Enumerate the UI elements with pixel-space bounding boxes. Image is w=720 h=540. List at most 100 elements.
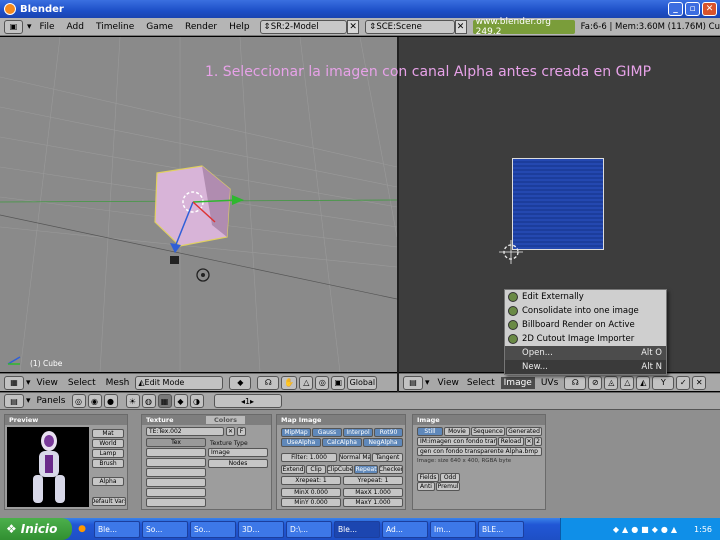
manipulator-scale-icon[interactable]: ▣	[331, 375, 346, 390]
taskbar-item-blender[interactable]: Ble...	[94, 520, 140, 538]
gauss-button[interactable]: Gauss	[312, 428, 342, 437]
colors-tab[interactable]: Colors	[206, 416, 246, 424]
sequence-tab[interactable]: Sequence	[471, 427, 505, 436]
menu-view-3d[interactable]: View	[37, 378, 58, 388]
miny-field[interactable]: MinY 0.000	[281, 498, 341, 507]
anti-button[interactable]: Anti	[417, 482, 435, 491]
delete-scene-button[interactable]: ✕	[454, 19, 467, 34]
pivot-button[interactable]: ☊	[257, 375, 280, 390]
menu-help[interactable]: Help	[229, 22, 250, 32]
lamp-subcontext-icon[interactable]: ☀	[125, 394, 140, 408]
uv-vertex-select-icon[interactable]: ◬	[604, 375, 619, 390]
repeat-button[interactable]: Repeat	[354, 465, 378, 474]
minimize-button[interactable]: _	[668, 2, 683, 16]
texture-channel-slot[interactable]	[146, 468, 206, 477]
orientation-selector[interactable]: Global	[347, 375, 378, 390]
manipulator-translate-icon[interactable]: △	[299, 375, 314, 390]
preview-mat-button[interactable]: Mat	[92, 429, 124, 438]
logic-context-icon[interactable]: ◎	[71, 394, 86, 408]
3d-window-type-button[interactable]: ▦	[4, 375, 24, 390]
uv-edge-select-icon[interactable]: △	[620, 375, 635, 390]
maximize-button[interactable]: ▫	[685, 2, 700, 16]
texture-tab[interactable]: Texture	[146, 416, 206, 424]
menu-timeline[interactable]: Timeline	[96, 22, 134, 32]
image-unlink-button[interactable]: ✕	[525, 437, 533, 446]
uv-pivot-button[interactable]: ☊	[564, 375, 587, 390]
generated-tab[interactable]: Generated	[506, 427, 542, 436]
mipmap-button[interactable]: MipMap	[281, 428, 311, 437]
preview-world-button[interactable]: World	[92, 439, 124, 448]
texture-channel-slot[interactable]	[146, 488, 206, 497]
fields-button[interactable]: Fields	[417, 473, 439, 482]
collapse-menu-triangle-icon[interactable]: ▾	[27, 22, 32, 32]
menu-uvs[interactable]: UVs	[541, 378, 558, 388]
image-path-field[interactable]: gen con fondo transparente Alpha.bmp	[417, 447, 542, 456]
screen-selector[interactable]: ⇕ SR:2-Model	[259, 19, 348, 34]
default-vars-button[interactable]: Default Vars	[92, 497, 126, 506]
shading-context-icon[interactable]: ●	[103, 394, 118, 408]
taskbar-item-3d[interactable]: 3D...	[238, 520, 284, 538]
firefox-quicklaunch-icon[interactable]: ●	[72, 524, 92, 534]
menu-item-edit-externally[interactable]: Edit Externally	[505, 290, 666, 304]
menu-game[interactable]: Game	[146, 22, 173, 32]
menu-item-new[interactable]: New... Alt N	[505, 360, 666, 374]
delete-screen-button[interactable]: ✕	[347, 19, 360, 34]
texture-channel-slot[interactable]	[146, 498, 206, 507]
movie-tab[interactable]: Movie	[444, 427, 470, 436]
collapse-triangle-icon[interactable]: ▾	[26, 378, 31, 388]
taskbar-item-folder[interactable]: So...	[142, 520, 188, 538]
preview-alpha-button[interactable]: Alpha	[92, 477, 124, 486]
start-button[interactable]: ❖ Inicio	[0, 518, 72, 540]
texture-type-selector[interactable]: Image	[208, 448, 268, 457]
normal-map-button[interactable]: Normal Ma	[339, 453, 371, 462]
mode-selector[interactable]: ◭ Edit Mode	[135, 375, 224, 390]
info-window-type-button[interactable]: ▣	[4, 19, 23, 34]
menu-add[interactable]: Add	[67, 22, 84, 32]
world-subcontext-icon[interactable]: ◑	[189, 394, 204, 408]
menu-view-image[interactable]: View	[438, 378, 459, 388]
interpol-button[interactable]: Interpol	[343, 428, 373, 437]
collapse-triangle-icon[interactable]: ▾	[26, 396, 31, 406]
close-window-button[interactable]: ✕	[702, 2, 717, 16]
filter-field[interactable]: Filter: 1.000	[281, 453, 337, 462]
calcalpha-button[interactable]: CalcAlpha	[322, 438, 362, 447]
yrepeat-field[interactable]: Yrepeat: 1	[343, 476, 403, 485]
taskbar-item-photoshop[interactable]: Ad...	[382, 520, 428, 538]
blender-url[interactable]: www.blender.org 249.2	[472, 17, 575, 37]
taskbar-item-drive[interactable]: D:\...	[286, 520, 332, 538]
image-name-field[interactable]: IM:imagen con fondo tran	[417, 437, 497, 446]
texture-fake-button[interactable]: F	[237, 427, 246, 436]
taskbar-item-folder[interactable]: So...	[190, 520, 236, 538]
texture-channel-slot[interactable]	[146, 458, 206, 467]
uv-sticky-button[interactable]: Y	[652, 375, 675, 390]
still-tab[interactable]: Still	[417, 427, 443, 436]
clipcube-button[interactable]: ClipCube	[327, 465, 353, 474]
preview-lamp-button[interactable]: Lamp	[92, 449, 124, 458]
uv-close-icon[interactable]: ✕	[692, 375, 707, 390]
texture-channel-slot[interactable]	[146, 448, 206, 457]
texture-channel-slot[interactable]	[146, 478, 206, 487]
maxx-field[interactable]: MaxX 1.000	[343, 488, 403, 497]
collapse-triangle-icon[interactable]: ▾	[425, 378, 430, 388]
uv-sync-toggle-icon[interactable]: ✓	[676, 375, 691, 390]
texture-subcontext-icon[interactable]: ▦	[157, 394, 172, 408]
menu-mesh[interactable]: Mesh	[106, 378, 130, 388]
uv-face-select-icon[interactable]: ◭	[636, 375, 651, 390]
odd-button[interactable]: Odd	[440, 473, 460, 482]
radio-subcontext-icon[interactable]: ◆	[173, 394, 188, 408]
material-subcontext-icon[interactable]: ◍	[141, 394, 156, 408]
menu-item-2d-cutout[interactable]: 2D Cutout Image Importer	[505, 332, 666, 346]
menu-select-3d[interactable]: Select	[68, 378, 96, 388]
scene-selector[interactable]: ⇕ SCE:Scene	[365, 19, 455, 34]
taskbar-item-blender-active[interactable]: Ble...	[334, 520, 380, 538]
script-context-icon[interactable]: ◉	[87, 394, 102, 408]
maxy-field[interactable]: MaxY 1.000	[343, 498, 403, 507]
usealpha-button[interactable]: UseAlpha	[281, 438, 321, 447]
preview-brush-button[interactable]: Brush	[92, 459, 124, 468]
menu-panels[interactable]: Panels	[37, 396, 66, 406]
menu-image[interactable]: Image	[500, 376, 535, 389]
draw-type-button[interactable]: ◆	[229, 375, 252, 390]
negalpha-button[interactable]: NegAlpha	[363, 438, 403, 447]
reload-button[interactable]: Reload	[498, 437, 524, 446]
manipulator-rotate-icon[interactable]: ◎	[315, 375, 330, 390]
